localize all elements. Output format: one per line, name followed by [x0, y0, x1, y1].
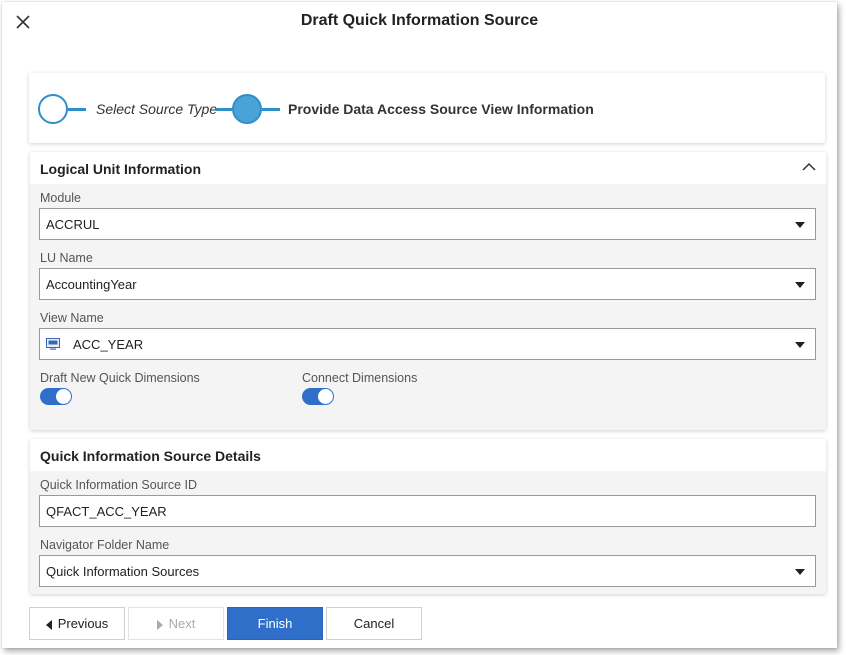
lu-name-select[interactable]: AccountingYear	[39, 268, 816, 300]
dialog-title: Draft Quick Information Source	[300, 12, 539, 29]
caret-down-icon[interactable]	[795, 342, 805, 348]
step-provide-view-info-circle[interactable]	[232, 94, 262, 124]
finish-button[interactable]: Finish	[227, 607, 323, 640]
step-connector	[262, 108, 280, 111]
module-value: ACCRUL	[46, 217, 100, 232]
step-provide-view-info-label[interactable]: Provide Data Access Source View Informat…	[288, 101, 594, 117]
qis-id-value: QFACT_ACC_YEAR	[46, 504, 167, 519]
qis-details-section: Quick Information Source Details Quick I…	[30, 439, 826, 594]
finish-button-label: Finish	[257, 616, 293, 631]
lu-name-value: AccountingYear	[46, 277, 137, 292]
toggle-knob	[318, 389, 333, 404]
step-connector	[68, 108, 86, 111]
draft-dimensions-toggle[interactable]	[40, 388, 72, 405]
view-name-value: ACC_YEAR	[73, 337, 144, 352]
connect-dimensions-label: Connect Dimensions	[302, 371, 418, 385]
logical-unit-body: Module ACCRUL LU Name AccountingYear Vie…	[30, 184, 826, 430]
logical-unit-section: Logical Unit Information Module ACCRUL L…	[30, 152, 826, 430]
connect-dimensions-toggle[interactable]	[302, 388, 334, 405]
wizard-stepper: Select Source Type Provide Data Access S…	[29, 73, 825, 143]
view-name-label: View Name	[40, 311, 104, 325]
step-connector	[216, 108, 232, 111]
toggle-knob	[56, 389, 71, 404]
chevron-up-icon[interactable]	[802, 162, 816, 172]
next-button[interactable]: Next	[128, 607, 224, 640]
step-select-source-type-circle[interactable]	[38, 94, 68, 124]
draft-dimensions-label: Draft New Quick Dimensions	[40, 371, 200, 385]
module-label: Module	[40, 191, 81, 205]
previous-button-label: Previous	[57, 616, 109, 631]
section-title: Quick Information Source Details	[40, 448, 261, 464]
section-title: Logical Unit Information	[40, 161, 201, 177]
caret-down-icon[interactable]	[795, 569, 805, 575]
step-select-source-type-label[interactable]: Select Source Type	[96, 101, 217, 117]
qis-details-body: Quick Information Source ID QFACT_ACC_YE…	[30, 471, 826, 594]
lu-name-label: LU Name	[40, 251, 93, 265]
chevron-right-icon	[156, 619, 163, 630]
draft-qis-dialog: Draft Quick Information Source Select So…	[2, 2, 837, 648]
cancel-button-label: Cancel	[353, 616, 395, 631]
previous-button[interactable]: Previous	[29, 607, 125, 640]
next-button-label: Next	[168, 616, 196, 631]
qis-details-header: Quick Information Source Details	[30, 439, 826, 471]
caret-down-icon[interactable]	[795, 282, 805, 288]
cancel-button[interactable]: Cancel	[326, 607, 422, 640]
navigator-folder-label: Navigator Folder Name	[40, 538, 170, 552]
navigator-folder-select[interactable]: Quick Information Sources	[39, 555, 816, 587]
module-select[interactable]: ACCRUL	[39, 208, 816, 240]
qis-id-label: Quick Information Source ID	[40, 478, 198, 492]
logical-unit-header[interactable]: Logical Unit Information	[30, 152, 826, 184]
view-icon	[46, 338, 60, 350]
navigator-folder-value: Quick Information Sources	[46, 564, 200, 579]
view-name-select[interactable]: ACC_YEAR	[39, 328, 816, 360]
chevron-left-icon	[45, 619, 52, 630]
caret-down-icon[interactable]	[795, 222, 805, 228]
qis-id-input[interactable]: QFACT_ACC_YEAR	[39, 495, 816, 527]
